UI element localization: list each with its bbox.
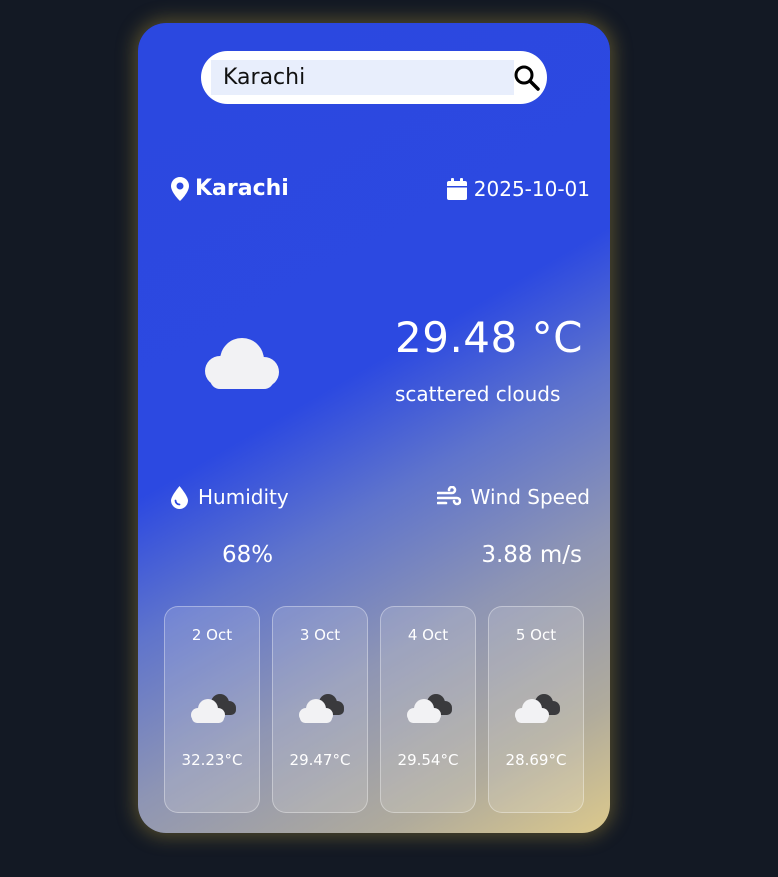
wind-label-text: Wind Speed [470,485,590,509]
forecast-card: 2 Oct 32.23°C [164,606,260,813]
broken-clouds-icon [404,691,454,729]
broken-clouds-icon [296,691,346,729]
broken-clouds-icon [188,691,238,729]
humidity-label: Humidity [171,485,289,509]
search-bar [201,51,547,104]
search-button[interactable] [512,63,542,93]
forecast-date: 2 Oct [191,626,233,644]
wind-speed-value: 3.88 m/s [481,542,582,568]
humidity-label-text: Humidity [198,485,289,509]
broken-clouds-icon [512,691,562,729]
forecast-card: 5 Oct 28.69°C [488,606,584,813]
city-name: Karachi [195,176,289,201]
weather-card: Karachi 2025-10-01 29.48 °C scattered cl… [138,23,610,833]
forecast-card: 4 Oct 29.54°C [380,606,476,813]
forecast-temp: 29.47°C [289,751,351,769]
forecast-list: 2 Oct 32.23°C 3 Oct 29.47°C 4 Oct 29.54°… [164,606,584,813]
map-pin-icon [171,176,189,201]
forecast-date: 5 Oct [515,626,557,644]
forecast-date: 3 Oct [299,626,341,644]
search-icon [514,65,540,91]
forecast-temp: 28.69°C [505,751,567,769]
forecast-card: 3 Oct 29.47°C [272,606,368,813]
forecast-temp: 32.23°C [181,751,243,769]
search-input[interactable] [211,60,514,95]
scattered-clouds-icon [196,335,282,397]
current-date: 2025-10-01 [446,177,590,201]
temperature: 29.48 °C [395,313,583,362]
water-drop-icon [171,485,188,509]
location: Karachi [171,176,289,201]
calendar-icon [446,178,467,200]
weather-condition: scattered clouds [395,382,561,406]
forecast-temp: 29.54°C [397,751,459,769]
forecast-date: 4 Oct [407,626,449,644]
humidity-value: 68% [222,542,274,568]
date-text: 2025-10-01 [473,177,590,201]
wind-label: Wind Speed [436,485,590,509]
wind-icon [436,486,461,506]
